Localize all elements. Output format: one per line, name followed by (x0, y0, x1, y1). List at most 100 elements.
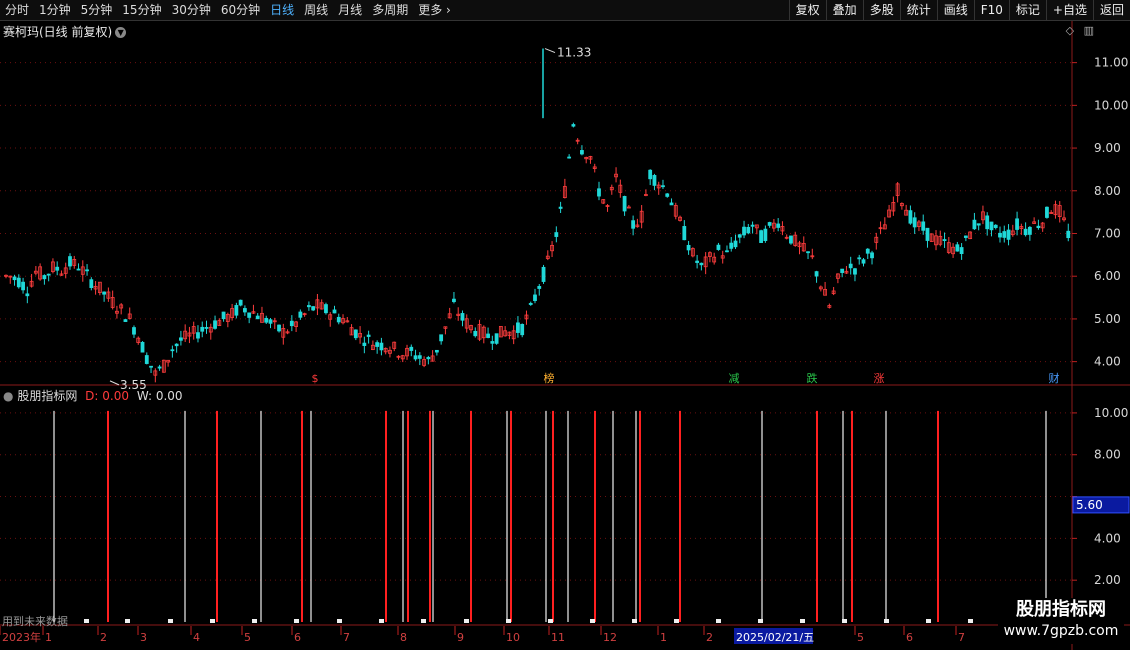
candle-body (460, 313, 465, 321)
watermark-url: www.7gpzb.com (1003, 623, 1119, 639)
price-tick-label: 4.00 (1094, 355, 1121, 369)
x-axis-label: 4 (193, 631, 200, 644)
candle-body (55, 266, 60, 271)
price-tick-label: 5.00 (1094, 312, 1121, 326)
high-label: 11.33 (557, 46, 591, 60)
candle-body (179, 337, 183, 341)
period-1[interactable]: 1分钟 (34, 0, 76, 20)
dropdown-icon[interactable]: ● (3, 389, 13, 403)
candle-body (255, 315, 260, 320)
signal-dot (337, 619, 342, 623)
x-axis-label: 7 (958, 631, 965, 644)
period-10[interactable]: 更多 › (413, 0, 456, 20)
price-tick-label: 6.00 (1094, 269, 1121, 283)
candle-body (622, 196, 627, 212)
candle-body (533, 294, 537, 302)
signal-dot (294, 619, 299, 623)
candle-body (857, 257, 862, 260)
signal-dot (252, 619, 257, 623)
period-7[interactable]: 周线 (299, 0, 333, 20)
candle-body (648, 169, 653, 180)
signal-dot (125, 619, 130, 623)
candle-body (268, 319, 273, 324)
candle-body (925, 227, 930, 241)
candle-body (452, 298, 456, 303)
candle-body (759, 230, 764, 243)
candle-body (68, 256, 72, 267)
signal-dot (421, 619, 426, 623)
toolbar-button-2[interactable]: 多股 (862, 0, 900, 20)
candle-body (699, 262, 704, 266)
candle-body (806, 251, 810, 254)
period-2[interactable]: 5分钟 (76, 0, 118, 20)
signal-dot (210, 619, 215, 623)
candle-body (571, 124, 576, 127)
candle-body (243, 308, 247, 313)
x-axis-label: 9 (457, 631, 464, 644)
panel-icon[interactable]: ▥ (1084, 24, 1094, 37)
toolbar-button-8[interactable]: 返回 (1092, 0, 1130, 20)
candle-body (247, 312, 252, 318)
candle-body (25, 293, 30, 297)
candle-body (814, 271, 819, 277)
candle-body (174, 343, 179, 347)
chart-control-icons[interactable]: ◇ ▥ (1066, 24, 1094, 37)
candle-body (170, 349, 175, 352)
toolbar-button-4[interactable]: 画线 (936, 0, 974, 20)
candle-body (789, 235, 793, 244)
candle-body (221, 311, 226, 320)
period-9[interactable]: 多周期 (367, 0, 413, 20)
x-axis-label: 6 (906, 631, 913, 644)
signal-dot (968, 619, 973, 623)
candle-body (750, 224, 755, 227)
toolbar-button-6[interactable]: 标记 (1008, 0, 1046, 20)
candle-body (434, 349, 439, 353)
candle-body (955, 244, 960, 252)
dropdown-icon[interactable]: ▼ (115, 27, 127, 38)
toolbar-button-1[interactable]: 叠加 (825, 0, 863, 20)
period-8[interactable]: 月线 (333, 0, 367, 20)
toolbar-button-5[interactable]: F10 (973, 0, 1009, 20)
candle-body (597, 188, 601, 197)
toolbar-button-7[interactable]: +自选 (1045, 0, 1093, 20)
candle-body (746, 226, 751, 234)
candle-body (742, 226, 746, 236)
candle-body (196, 332, 200, 339)
chart-canvas[interactable]: 11.00 10.00 9.00 8.00 7.00 6.00 5.00 4.00 11.33 3… (0, 21, 1130, 650)
candle-body (362, 342, 367, 346)
period-0[interactable]: 分时 (0, 0, 34, 20)
diamond-icon[interactable]: ◇ (1066, 24, 1074, 37)
chart-area[interactable]: 11.00 10.00 9.00 8.00 7.00 6.00 5.00 4.00 11.33 3… (0, 21, 1130, 650)
current-value-text: 5.60 (1076, 498, 1103, 512)
candle-body (763, 228, 768, 242)
x-axis-label: 12 (603, 631, 617, 644)
candle-body (528, 302, 533, 305)
candle-body (767, 222, 772, 226)
toolbar-button-3[interactable]: 统计 (899, 0, 937, 20)
period-6[interactable]: 日线 (265, 0, 299, 20)
candle-body (541, 266, 546, 282)
signal-dot (379, 619, 384, 623)
candle-body (413, 355, 418, 360)
candle-body (238, 299, 243, 306)
candle-body (1023, 228, 1028, 236)
period-5[interactable]: 60分钟 (216, 0, 265, 20)
candle-body (942, 239, 947, 241)
period-3[interactable]: 15分钟 (117, 0, 166, 20)
indicator-title[interactable]: ● 股朋指标网 D: 0.00 W: 0.00 (3, 387, 183, 404)
candle-body (567, 156, 572, 159)
candle-body (76, 268, 81, 271)
signal-dot (464, 619, 469, 623)
event-marker: 涨 (874, 372, 885, 385)
period-4[interactable]: 30分钟 (167, 0, 216, 20)
stock-title[interactable]: 赛柯玛(日线 前复权) ▼ (3, 23, 127, 40)
candle-body (89, 279, 94, 288)
candle-body (908, 210, 913, 224)
candle-body (144, 355, 149, 364)
event-marker: 跌 (807, 371, 818, 385)
candle-body (486, 333, 490, 338)
candle-body (439, 334, 444, 342)
toolbar-button-0[interactable]: 复权 (788, 0, 826, 20)
signal-dot (506, 619, 511, 623)
candle-body (473, 330, 478, 337)
